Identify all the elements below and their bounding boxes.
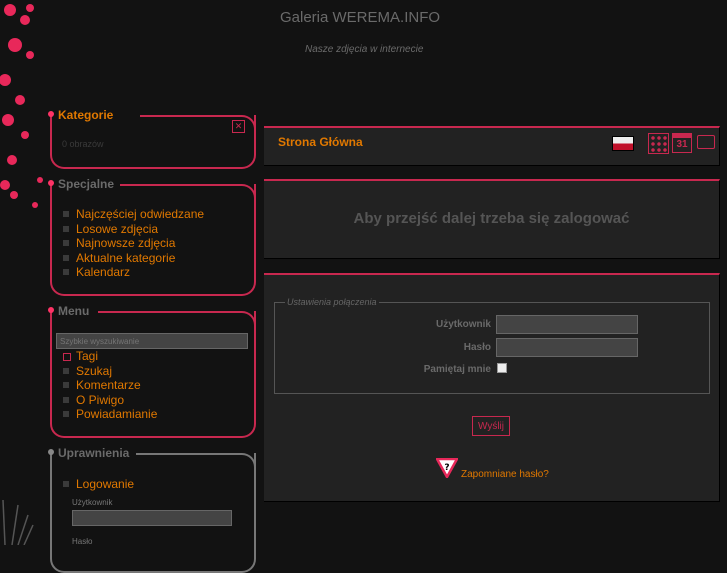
menu-block: Menu Tagi Szukaj Komentarze O Piwigo Pow… — [48, 304, 256, 438]
special-link[interactable]: Losowe zdjęcia — [54, 222, 204, 237]
menu-link-comments[interactable]: Komentarze — [54, 378, 157, 393]
categories-block: Kategorie ✕ 0 obrazów — [48, 108, 256, 169]
quick-search-input[interactable] — [56, 333, 248, 349]
breadcrumb-bar: Strona Główna 31 — [264, 126, 720, 166]
help-warning-icon[interactable]: ? — [436, 458, 458, 478]
password-input[interactable] — [496, 338, 638, 357]
username-input[interactable] — [496, 315, 638, 334]
menu-link-notification[interactable]: Powiadamianie — [54, 407, 157, 422]
identification-block: Uprawnienia Logowanie Użytkownik Hasło — [48, 446, 256, 573]
special-link[interactable]: Najnowsze zdjęcia — [54, 236, 204, 251]
special-link[interactable]: Aktualne kategorie — [54, 251, 204, 266]
username-label: Użytkownik — [435, 319, 491, 330]
menu-link-about[interactable]: O Piwigo — [54, 393, 157, 408]
special-block: Specjalne Najczęściej odwiedzane Losowe … — [48, 177, 256, 296]
menu-link-search[interactable]: Szukaj — [54, 364, 157, 379]
categories-image-icon[interactable]: ✕ — [232, 120, 245, 133]
block-title: Menu — [58, 304, 94, 318]
block-title[interactable]: Kategorie — [58, 108, 118, 122]
special-link[interactable]: Kalendarz — [54, 265, 204, 280]
special-link[interactable]: Najczęściej odwiedzane — [54, 207, 204, 222]
polish-flag-icon[interactable] — [612, 136, 634, 151]
fieldset-legend: Ustawienia połączenia — [287, 297, 377, 307]
camera-calendar-icon[interactable] — [697, 135, 715, 149]
svg-text:?: ? — [444, 463, 449, 473]
remember-label: Pamiętaj mnie — [423, 364, 491, 375]
grid-view-icon[interactable] — [648, 133, 669, 154]
login-panel: Ustawienia połączenia Użytkownik Hasło P… — [264, 273, 720, 502]
login-required-message: Aby przejść dalej trzeba się zalogować — [353, 210, 630, 227]
forgot-password-link[interactable]: Zapomniane hasło? — [461, 469, 549, 480]
submit-button[interactable]: Wyślij — [472, 416, 510, 436]
menu-link-tags[interactable]: Tagi — [54, 349, 157, 364]
connection-settings-fieldset: Ustawienia połączenia — [274, 297, 710, 394]
decorative-grass — [2, 499, 34, 545]
site-subtitle: Nasze zdjęcia w internecie — [305, 44, 424, 55]
password-label: Hasło — [463, 342, 491, 353]
breadcrumb-home[interactable]: Strona Główna — [278, 135, 363, 149]
calendar-icon[interactable]: 31 — [672, 133, 692, 153]
block-title: Uprawnienia — [58, 446, 134, 460]
sidebar-username-input[interactable] — [72, 510, 232, 526]
message-panel: Aby przejść dalej trzeba się zalogować — [264, 179, 720, 259]
remember-checkbox[interactable] — [497, 363, 507, 373]
username-label: Użytkownik — [72, 498, 113, 507]
image-count: 0 obrazów — [62, 139, 104, 149]
block-title: Specjalne — [58, 177, 119, 191]
site-title[interactable]: Galeria WEREMA.INFO — [280, 9, 440, 26]
login-link[interactable]: Logowanie — [54, 477, 134, 492]
